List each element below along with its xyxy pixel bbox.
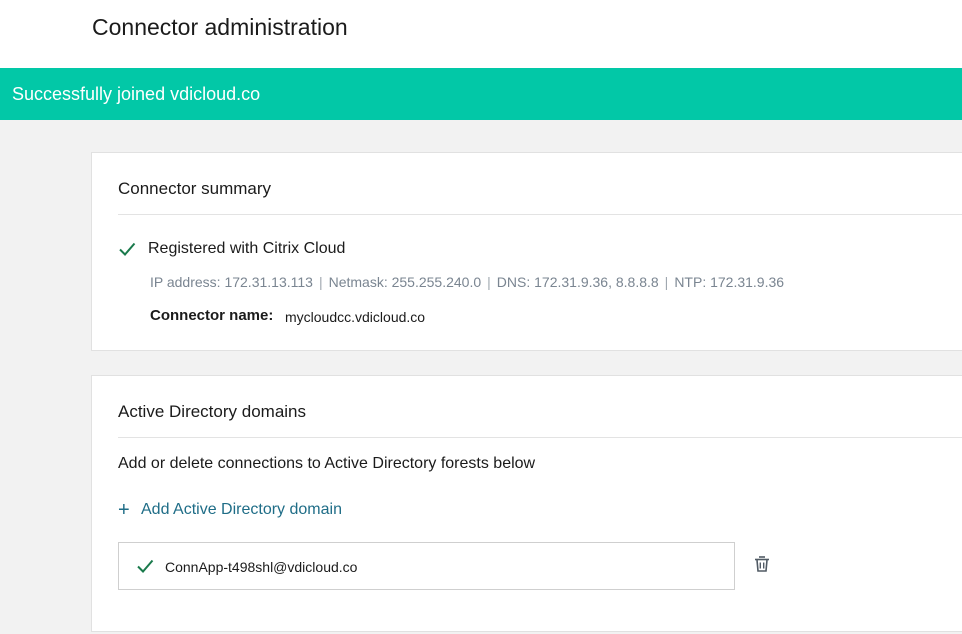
dns: DNS: 172.31.9.36, 8.8.8.8 <box>496 274 659 290</box>
ntp: NTP: 172.31.9.36 <box>674 274 785 290</box>
connector-summary-title: Connector summary <box>118 179 272 198</box>
connector-name-value: mycloudcc.vdicloud.co <box>285 309 426 325</box>
ip-address: IP address: 172.31.13.113 <box>150 274 313 290</box>
separator: | <box>664 274 669 290</box>
page-title: Connector administration <box>92 14 348 40</box>
separator: | <box>318 274 323 290</box>
domain-item: ConnApp-t498shl@vdicloud.co <box>118 542 735 590</box>
active-directory-card: Active Directory domains Add or delete c… <box>91 375 962 632</box>
card-divider <box>118 214 962 215</box>
active-directory-title: Active Directory domains <box>118 402 307 421</box>
trash-icon[interactable] <box>752 554 772 574</box>
connector-summary-card: Connector summary Registered with Citrix… <box>91 152 962 351</box>
success-banner-message: Successfully joined vdicloud.co <box>12 84 261 104</box>
network-info: IP address: 172.31.13.113 | Netmask: 255.2… <box>150 273 784 291</box>
active-directory-description: Add or delete connections to Active Dire… <box>118 455 536 472</box>
success-banner: Successfully joined vdicloud.co <box>0 68 962 120</box>
page-header: Connector administration <box>0 0 962 68</box>
plus-icon: + <box>118 499 130 521</box>
checkmark-icon <box>137 559 154 573</box>
separator: | <box>487 274 491 290</box>
registration-status: Registered with Citrix Cloud <box>148 240 346 257</box>
connector-name-label: Connector name: <box>150 307 274 324</box>
add-domain-button[interactable]: + Add Active Directory domain <box>118 498 342 522</box>
add-domain-label: Add Active Directory domain <box>141 501 342 518</box>
card-divider <box>118 437 962 438</box>
netmask: Netmask: 255.255.240.0 <box>328 274 482 290</box>
domain-name: ConnApp-t498shl@vdicloud.co <box>165 559 358 575</box>
checkmark-icon <box>119 242 136 256</box>
